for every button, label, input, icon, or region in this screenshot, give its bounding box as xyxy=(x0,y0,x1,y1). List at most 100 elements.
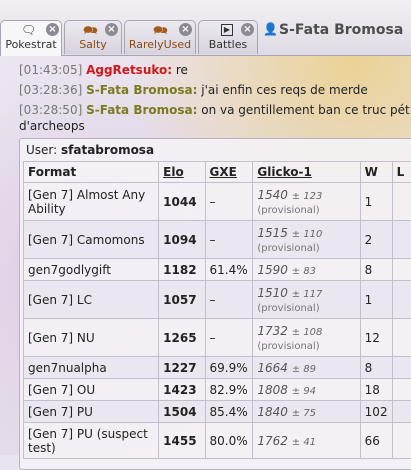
glicko-rating: 1808 xyxy=(257,383,288,397)
losses-cell xyxy=(392,379,411,401)
message-text: j'ai enfin ces reqs de merde xyxy=(201,83,368,97)
glicko-deviation: ± 108 xyxy=(292,327,323,338)
glicko-cell: 1808 ± 94 xyxy=(253,379,360,401)
col-l: L xyxy=(392,162,411,183)
username[interactable]: S-Fata Bromosa: xyxy=(86,103,197,117)
glicko-cell: 1540 ± 123(provisional) xyxy=(253,183,360,221)
table-row: gen7nualpha 1227 69.9% 1664 ± 89 8 xyxy=(24,357,411,379)
format-cell: [Gen 7] NU xyxy=(24,319,159,357)
glicko-cell: 1590 ± 83 xyxy=(253,259,360,281)
gxe-cell: 61.4% xyxy=(205,259,253,281)
gxe-cell: – xyxy=(205,221,253,259)
col-glicko[interactable]: Glicko-1 xyxy=(253,162,360,183)
elo-cell: 1044 xyxy=(159,183,205,221)
losses-cell xyxy=(392,221,411,259)
glicko-cell: 1510 ± 117(provisional) xyxy=(253,281,360,319)
user-line: User: sfatabromosa xyxy=(26,143,154,157)
wins-cell: 66 xyxy=(360,423,392,459)
wins-cell: 1 xyxy=(360,281,392,319)
table-row: [Gen 7] LC 1057 – 1510 ± 117(provisional… xyxy=(24,281,411,319)
username[interactable]: S-Fata Bromosa: xyxy=(86,83,197,97)
room-tab-bar: 🗨 Pokestrat × 🗪 Salty × 🗪 RarelyUsed × ▶… xyxy=(0,0,411,56)
provisional-note: (provisional) xyxy=(257,303,319,314)
table-header-row: Format Elo GXE Glicko-1 W L xyxy=(24,162,411,183)
format-cell: [Gen 7] LC xyxy=(24,281,159,319)
tab-label: Battles xyxy=(199,38,257,51)
col-elo[interactable]: Elo xyxy=(159,162,205,183)
glicko-deviation: ± 110 xyxy=(292,229,323,240)
elo-cell: 1094 xyxy=(159,221,205,259)
glicko-cell: 1840 ± 75 xyxy=(253,401,360,423)
message-text: re xyxy=(176,63,188,77)
format-cell: [Gen 7] OU xyxy=(24,379,159,401)
glicko-rating: 1515 xyxy=(257,226,288,240)
chat-message: [03:28:50] S-Fata Bromosa: on va gentill… xyxy=(19,102,411,118)
table-row: [Gen 7] Almost Any Ability 1044 – 1540 ±… xyxy=(24,183,411,221)
format-cell: [Gen 7] PU (suspect test) xyxy=(24,423,159,459)
chat-bubble-icon: 🗨 xyxy=(21,23,36,37)
tab-salty[interactable]: 🗪 Salty × xyxy=(64,20,122,54)
col-gxe[interactable]: GXE xyxy=(205,162,253,183)
chat-message: [01:43:05] AggRetsuko: re xyxy=(19,62,411,78)
message-continuation: d'archeops xyxy=(19,118,411,134)
format-cell: gen7nualpha xyxy=(24,357,159,379)
tab-label: Salty xyxy=(65,38,121,51)
glicko-deviation: ± 83 xyxy=(292,266,316,277)
losses-cell xyxy=(392,423,411,459)
user-tab[interactable]: 👤 S-Fata Bromosa xyxy=(261,20,411,42)
chat-bubbles-icon: 🗪 xyxy=(83,23,98,37)
tab-battles[interactable]: ▶ Battles × xyxy=(198,20,258,54)
gxe-cell: 69.9% xyxy=(205,357,253,379)
table-row: [Gen 7] PU 1504 85.4% 1840 ± 75 102 xyxy=(24,401,411,423)
wins-cell: 1 xyxy=(360,183,392,221)
glicko-cell: 1762 ± 41 xyxy=(253,423,360,459)
losses-cell xyxy=(392,281,411,319)
gxe-cell: 80.0% xyxy=(205,423,253,459)
glicko-deviation: ± 75 xyxy=(292,408,316,419)
glicko-rating: 1840 xyxy=(257,405,288,419)
losses-cell xyxy=(392,319,411,357)
losses-cell xyxy=(392,259,411,281)
format-cell: [Gen 7] PU xyxy=(24,401,159,423)
wins-cell: 8 xyxy=(360,259,392,281)
elo-cell: 1227 xyxy=(159,357,205,379)
wins-cell: 102 xyxy=(360,401,392,423)
user-id: sfatabromosa xyxy=(61,143,154,157)
wins-cell: 12 xyxy=(360,319,392,357)
col-format: Format xyxy=(24,162,159,183)
glicko-cell: 1515 ± 110 (provisional) xyxy=(253,221,360,259)
tab-pokestrat[interactable]: 🗨 Pokestrat × xyxy=(0,20,62,56)
provisional-note: (provisional) xyxy=(257,341,319,352)
close-icon[interactable]: × xyxy=(241,23,254,36)
table-row: [Gen 7] NU 1265 – 1732 ± 108(provisional… xyxy=(24,319,411,357)
username: S-Fata Bromosa xyxy=(279,22,403,38)
close-icon[interactable]: × xyxy=(179,23,192,36)
close-icon[interactable]: × xyxy=(105,23,118,36)
glicko-rating: 1732 xyxy=(257,324,288,338)
table-row: [Gen 7] OU 1423 82.9% 1808 ± 94 18 xyxy=(24,379,411,401)
message-text: on va gentillement ban ce truc pét xyxy=(201,103,409,117)
user-icon: 👤 xyxy=(263,22,278,36)
chat-bubbles-icon: 🗪 xyxy=(153,23,168,37)
table-row: [Gen 7] Camomons 1094 – 1515 ± 110(provi… xyxy=(24,221,411,259)
elo-cell: 1182 xyxy=(159,259,205,281)
glicko-cell: 1664 ± 89 xyxy=(253,357,360,379)
timestamp: [03:28:36] xyxy=(19,83,82,97)
gxe-cell: 82.9% xyxy=(205,379,253,401)
col-w: W xyxy=(360,162,392,183)
username[interactable]: AggRetsuko: xyxy=(86,63,172,77)
timestamp: [03:28:50] xyxy=(19,103,82,117)
table-row: gen7godlygift 1182 61.4% 1590 ± 83 8 xyxy=(24,259,411,281)
elo-cell: 1504 xyxy=(159,401,205,423)
provisional-note: (provisional) xyxy=(257,243,319,254)
ladder-table: Format Elo GXE Glicko-1 W L [Gen 7] Almo… xyxy=(23,161,411,459)
close-icon[interactable]: × xyxy=(46,23,59,36)
timestamp: [01:43:05] xyxy=(19,63,82,77)
format-cell: [Gen 7] Almost Any Ability xyxy=(24,183,159,221)
format-cell: gen7godlygift xyxy=(24,259,159,281)
glicko-rating: 1762 xyxy=(257,434,288,448)
losses-cell xyxy=(392,401,411,423)
tab-rarelyused[interactable]: 🗪 RarelyUsed × xyxy=(124,20,196,54)
glicko-deviation: ± 117 xyxy=(292,289,323,300)
gxe-cell: – xyxy=(205,319,253,357)
